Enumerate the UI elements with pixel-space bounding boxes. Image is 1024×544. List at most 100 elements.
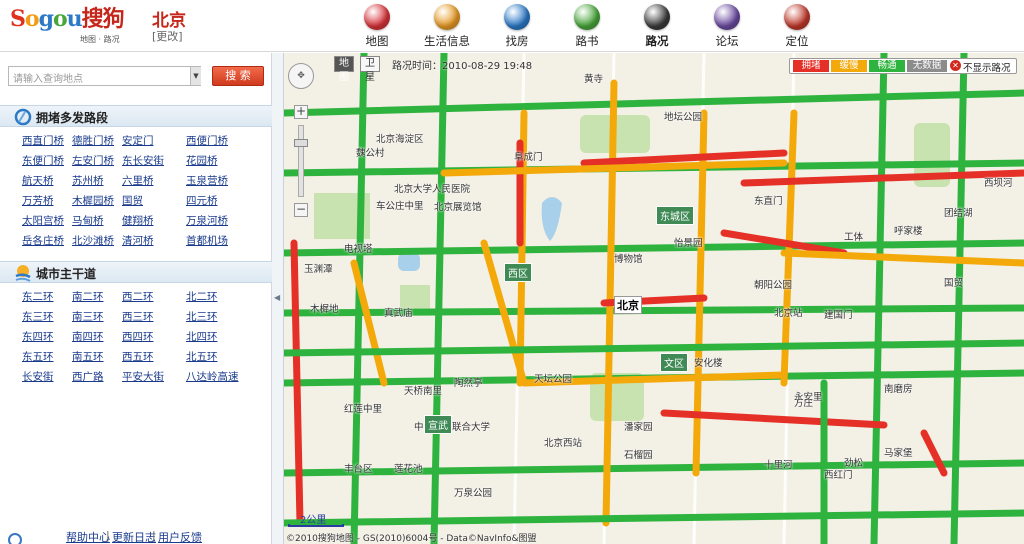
footer-separator: | xyxy=(152,529,156,542)
congestion-road-link[interactable]: 苏州桥 xyxy=(72,173,104,188)
sidebar-collapse-bar[interactable]: ◀ xyxy=(272,53,284,544)
forum-icon xyxy=(714,4,740,30)
change-city-link[interactable]: [更改] xyxy=(152,28,183,44)
arterial-road-link[interactable]: 北四环 xyxy=(186,329,218,344)
satellite-view-button[interactable]: 卫星 xyxy=(360,56,380,83)
arterial-road-link[interactable]: 北三环 xyxy=(186,309,218,324)
nav-locate[interactable]: 定位 xyxy=(762,2,832,50)
congestion-road-link[interactable]: 国贸 xyxy=(122,193,143,208)
help-center-link[interactable]: 帮助中心 xyxy=(66,529,110,544)
congestion-road-link[interactable]: 玉泉营桥 xyxy=(186,173,228,188)
nav-forum[interactable]: 论坛 xyxy=(692,2,762,50)
changelog-link[interactable]: 更新日志 xyxy=(112,529,156,544)
legend-item: 无数据 xyxy=(907,60,947,72)
search-button[interactable]: 搜 索 xyxy=(212,66,264,86)
arterial-road-link[interactable]: 东五环 xyxy=(22,349,54,364)
nav-map-globe[interactable]: 地图 xyxy=(342,2,412,50)
congestion-road-link[interactable]: 首都机场 xyxy=(186,233,228,248)
arterial-road-link[interactable]: 北五环 xyxy=(186,349,218,364)
congestion-road-link[interactable]: 花园桥 xyxy=(186,153,218,168)
scale-line xyxy=(288,524,344,527)
legend-item: 拥堵 xyxy=(793,60,829,72)
arterial-road-link[interactable]: 东三环 xyxy=(22,309,54,324)
congestion-road-link[interactable]: 岳各庄桥 xyxy=(22,233,64,248)
nav-label: 找房 xyxy=(505,34,529,48)
map-place-label: 魏公村 xyxy=(356,148,385,159)
zoom-slider[interactable] xyxy=(298,125,304,197)
congestion-road-link[interactable]: 万泉河桥 xyxy=(186,213,228,228)
map-view-button[interactable]: 地图 xyxy=(334,56,354,83)
traffic-road-segment xyxy=(870,53,888,544)
arterial-road-link[interactable]: 西五环 xyxy=(122,349,154,364)
hide-traffic-toggle[interactable]: ✕ 不显示路况 xyxy=(950,59,1016,74)
nav-label: 路书 xyxy=(575,34,599,48)
congestion-road-link[interactable]: 万芳桥 xyxy=(22,193,54,208)
beijing-center-marker[interactable]: 北京 xyxy=(614,296,642,314)
zoom-out-button[interactable]: − xyxy=(294,203,308,217)
nav-traffic-light[interactable]: 路况 xyxy=(622,2,692,50)
zoom-slider-handle[interactable] xyxy=(294,139,308,147)
arterial-road-link[interactable]: 西四环 xyxy=(122,329,154,344)
arterial-road-link[interactable]: 东二环 xyxy=(22,289,54,304)
congestion-road-link[interactable]: 清河桥 xyxy=(122,233,154,248)
search-input[interactable]: 请输入查询地点 xyxy=(8,66,201,86)
zoom-in-button[interactable]: + xyxy=(294,105,308,119)
congestion-road-link[interactable]: 四元桥 xyxy=(186,193,218,208)
nav-label: 论坛 xyxy=(715,34,739,48)
sogou-logo[interactable]: Sogou搜狗 地图 · 路况 xyxy=(10,6,138,46)
arterial-road-link[interactable]: 东四环 xyxy=(22,329,54,344)
map-place-label: 博物馆 xyxy=(614,254,643,265)
district-label: 文区 xyxy=(660,353,688,372)
nav-roadbook[interactable]: 路书 xyxy=(552,2,622,50)
arterial-road-link[interactable]: 西二环 xyxy=(122,289,154,304)
map-place-label: 石榴园 xyxy=(624,450,653,461)
district-label: 宣武 xyxy=(424,415,452,434)
congestion-road-link[interactable]: 安定门 xyxy=(122,133,154,148)
arterial-section-title: 城市主干道 xyxy=(36,267,97,281)
congestion-road-link[interactable]: 东便门桥 xyxy=(22,153,64,168)
congestion-road-link[interactable]: 德胜门桥 xyxy=(72,133,114,148)
arterial-section-header: 城市主干道 xyxy=(0,261,272,283)
traffic-road-segment xyxy=(950,53,968,544)
congestion-road-link[interactable]: 六里桥 xyxy=(122,173,154,188)
map-scale: 2公里 xyxy=(288,511,348,527)
congestion-road-link[interactable]: 木樨园桥 xyxy=(72,193,114,208)
arterial-road-link[interactable]: 西广路 xyxy=(72,369,104,384)
arterial-road-link[interactable]: 八达岭高速 xyxy=(186,369,239,384)
congestion-road-link[interactable]: 航天桥 xyxy=(22,173,54,188)
arterial-road-link[interactable]: 南三环 xyxy=(72,309,104,324)
congestion-road-link[interactable]: 太阳宫桥 xyxy=(22,213,64,228)
map-place-label: 北京西站 xyxy=(544,438,583,449)
congestion-road-link[interactable]: 北沙滩桥 xyxy=(72,233,114,248)
search-history-dropdown[interactable]: ▼ xyxy=(190,67,201,85)
map-place-label: 北京海淀区 xyxy=(376,134,424,145)
congestion-road-link[interactable]: 东长安街 xyxy=(122,153,164,168)
district-label: 西区 xyxy=(504,263,532,282)
arterial-road-icon xyxy=(15,265,31,282)
traffic-map[interactable]: 黄寺 地坛公园 北京海淀区 魏公村 北京大学人民医院 车公庄中里 阜成门 北京展览馆 电视塔 玉渊… xyxy=(284,53,1024,544)
map-place-label: 十里河 xyxy=(764,460,793,471)
nav-house[interactable]: 找房 xyxy=(482,2,552,50)
arterial-road-link[interactable]: 长安街 xyxy=(22,369,54,384)
map-place-label: 东直门 xyxy=(754,196,783,207)
nav-life-info[interactable]: 生活信息 xyxy=(412,2,482,50)
arterial-road-link[interactable]: 南二环 xyxy=(72,289,104,304)
map-place-label: 怡景园 xyxy=(674,238,703,249)
logo-subtitle: 地图 · 路况 xyxy=(80,35,120,44)
arterial-road-link[interactable]: 北二环 xyxy=(186,289,218,304)
roadbook-icon xyxy=(574,4,600,30)
congestion-road-link[interactable]: 马甸桥 xyxy=(72,213,104,228)
arterial-road-link[interactable]: 平安大街 xyxy=(122,369,164,384)
feedback-link[interactable]: 用户反馈 xyxy=(158,529,202,544)
congestion-road-link[interactable]: 健翔桥 xyxy=(122,213,154,228)
congestion-road-link[interactable]: 西直门桥 xyxy=(22,133,64,148)
arterial-road-link[interactable]: 西三环 xyxy=(122,309,154,324)
house-icon xyxy=(504,4,530,30)
pan-control[interactable]: ✥ xyxy=(288,63,314,89)
arterial-road-link[interactable]: 南五环 xyxy=(72,349,104,364)
map-copyright: ©2010搜狗地图 - GS(2010)6004号 - Data©NavInfo… xyxy=(286,534,537,544)
hide-traffic-label: 不显示路况 xyxy=(963,63,1011,74)
congestion-road-link[interactable]: 左安门桥 xyxy=(72,153,114,168)
arterial-road-link[interactable]: 南四环 xyxy=(72,329,104,344)
congestion-road-link[interactable]: 西便门桥 xyxy=(186,133,228,148)
